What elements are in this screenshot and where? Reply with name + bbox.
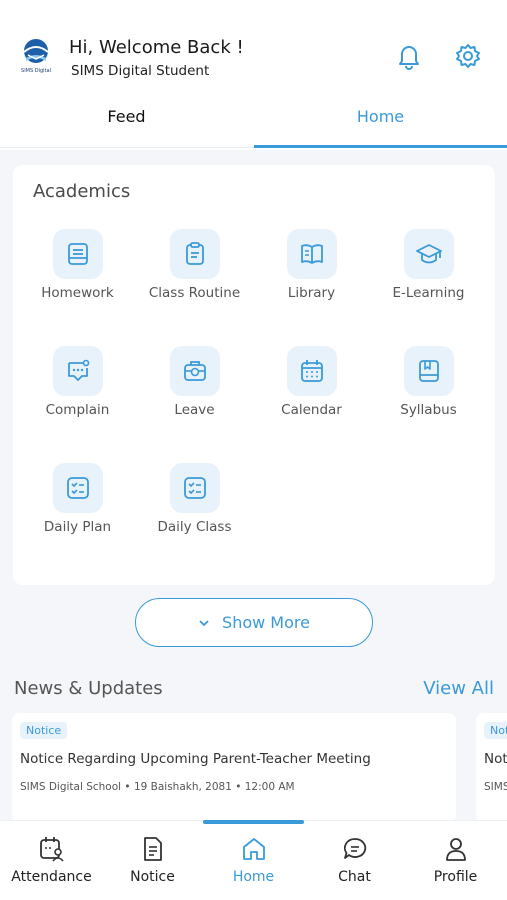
welcome-heading: Hi, Welcome Back ! [69, 37, 244, 58]
tile-label: Complain [45, 402, 110, 418]
news-card[interactable]: Notice Notice SIMS [476, 713, 507, 823]
bell-icon [399, 46, 419, 70]
student-name: SIMS Digital Student [71, 63, 210, 79]
nav-profile[interactable]: Profile [405, 835, 506, 895]
e-learning-tile[interactable]: E-Learning [370, 229, 487, 329]
school-logo: SIMS Digital [18, 38, 54, 78]
chevron-down-icon [199, 619, 209, 626]
nav-label: Notice [130, 869, 175, 885]
bottom-navigation: Attendance Notice Home Chat Profile [0, 820, 507, 900]
calendar-tile[interactable]: Calendar [253, 346, 370, 446]
notice-badge: Notice [20, 722, 68, 739]
news-meta: SIMS [484, 781, 507, 793]
tab-feed[interactable]: Feed [0, 98, 253, 148]
nav-attendance[interactable]: Attendance [1, 835, 102, 895]
briefcase-icon [170, 346, 220, 396]
book-icon [287, 229, 337, 279]
news-card[interactable]: Notice Notice Regarding Upcoming Parent-… [12, 713, 456, 823]
tile-label: Syllabus [400, 402, 457, 418]
notice-badge: Notice [484, 722, 507, 739]
complain-tile[interactable]: Complain [19, 346, 136, 446]
tile-label: Daily Class [157, 519, 232, 535]
gear-icon [456, 44, 480, 68]
syllabus-icon [404, 346, 454, 396]
settings-button[interactable] [452, 40, 484, 72]
clipboard-icon [170, 229, 220, 279]
news-headline: Notice Regarding Upcoming Parent-Teacher… [20, 751, 371, 767]
tile-label: Daily Plan [43, 519, 112, 535]
news-section-title: News & Updates [14, 678, 163, 699]
nav-chat[interactable]: Chat [304, 835, 405, 895]
active-tab-indicator [254, 145, 507, 148]
homework-icon [53, 229, 103, 279]
tile-label: Calendar [281, 402, 342, 418]
nav-label: Profile [433, 869, 478, 885]
nav-label: Chat [338, 869, 371, 885]
attendance-icon [40, 837, 64, 862]
tile-label: E-Learning [392, 285, 465, 301]
nav-notice[interactable]: Notice [102, 835, 203, 895]
checklist-icon [170, 463, 220, 513]
chat-alert-icon [53, 346, 103, 396]
active-nav-indicator [203, 820, 304, 824]
class-routine-tile[interactable]: Class Routine [136, 229, 253, 329]
nav-home[interactable]: Home [203, 835, 304, 895]
calendar-icon [287, 346, 337, 396]
academics-card: Academics Homework Class Routine Library… [13, 165, 495, 585]
notifications-button[interactable] [393, 40, 425, 72]
app-header: SIMS Digital Hi, Welcome Back ! SIMS Dig… [0, 0, 507, 150]
tile-label: Homework [41, 285, 114, 301]
tile-label: Library [287, 285, 336, 301]
daily-class-tile[interactable]: Daily Class [136, 463, 253, 563]
news-meta: SIMS Digital School • 19 Baishakh, 2081 … [20, 781, 295, 793]
nav-label: Home [232, 869, 275, 885]
show-more-label: Show More [222, 613, 310, 632]
daily-plan-tile[interactable]: Daily Plan [19, 463, 136, 563]
academics-title: Academics [33, 181, 131, 202]
homework-tile[interactable]: Homework [19, 229, 136, 329]
tile-label: Leave [174, 402, 215, 418]
nav-label: Attendance [11, 869, 92, 885]
show-more-button[interactable]: Show More [135, 598, 373, 647]
graduation-cap-icon [404, 229, 454, 279]
tab-home[interactable]: Home [254, 98, 507, 148]
tab-bar: Feed Home [0, 98, 507, 150]
document-icon [144, 837, 162, 861]
library-tile[interactable]: Library [253, 229, 370, 329]
home-screen: SIMS Digital Hi, Welcome Back ! SIMS Dig… [0, 0, 507, 900]
tile-label: Class Routine [148, 285, 241, 301]
logo-text: SIMS Digital [21, 68, 51, 74]
logo-emblem-icon [23, 39, 49, 63]
chat-icon [343, 838, 367, 859]
checklist-icon [53, 463, 103, 513]
user-icon [446, 838, 466, 861]
leave-tile[interactable]: Leave [136, 346, 253, 446]
view-all-link[interactable]: View All [423, 678, 494, 699]
news-headline: Notice [484, 751, 507, 767]
syllabus-tile[interactable]: Syllabus [370, 346, 487, 446]
home-icon [243, 838, 265, 860]
